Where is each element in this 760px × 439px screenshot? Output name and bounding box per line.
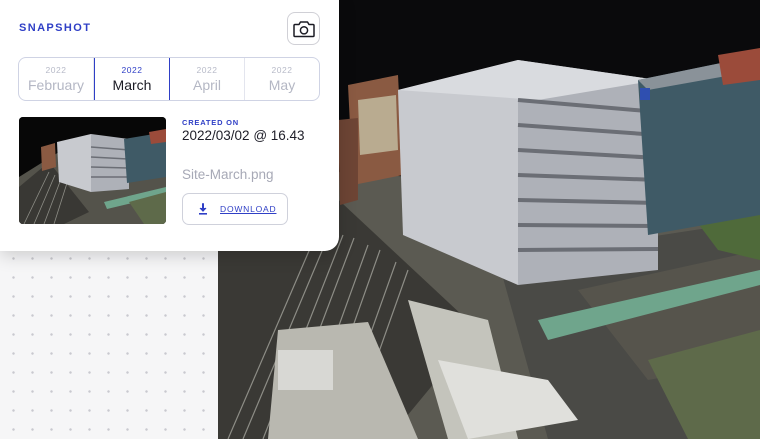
month-year: 2022 xyxy=(196,64,218,75)
month-year: 2022 xyxy=(45,64,67,75)
thumbnail-image xyxy=(19,117,166,224)
month-tab-may[interactable]: 2022 May xyxy=(245,58,319,100)
camera-icon xyxy=(292,20,315,37)
download-label: DOWNLOAD xyxy=(220,204,277,214)
month-tab-april[interactable]: 2022 April xyxy=(170,58,245,100)
download-icon xyxy=(199,203,207,215)
month-tab-march[interactable]: 2022 March xyxy=(94,58,170,100)
month-selector: 2022 February 2022 March 2022 April 2022… xyxy=(18,57,320,101)
created-on-value: 2022/03/02 @ 16.43 xyxy=(182,128,305,143)
camera-button[interactable] xyxy=(287,12,320,45)
month-label: March xyxy=(112,76,152,93)
snapshot-card: SNAPSHOT 2022 February 2022 March 2022 A… xyxy=(0,0,339,251)
month-year: 2022 xyxy=(121,64,143,75)
snapshot-filename: Site-March.png xyxy=(182,167,274,182)
month-year: 2022 xyxy=(271,64,293,75)
created-on-label: CREATED ON xyxy=(182,118,240,127)
card-title: SNAPSHOT xyxy=(19,22,92,34)
snapshot-thumbnail[interactable] xyxy=(19,117,166,224)
month-label: February xyxy=(27,76,85,93)
month-tab-february[interactable]: 2022 February xyxy=(19,58,94,100)
month-label: May xyxy=(268,76,296,93)
download-button[interactable]: DOWNLOAD xyxy=(182,193,288,225)
month-label: April xyxy=(192,76,221,93)
